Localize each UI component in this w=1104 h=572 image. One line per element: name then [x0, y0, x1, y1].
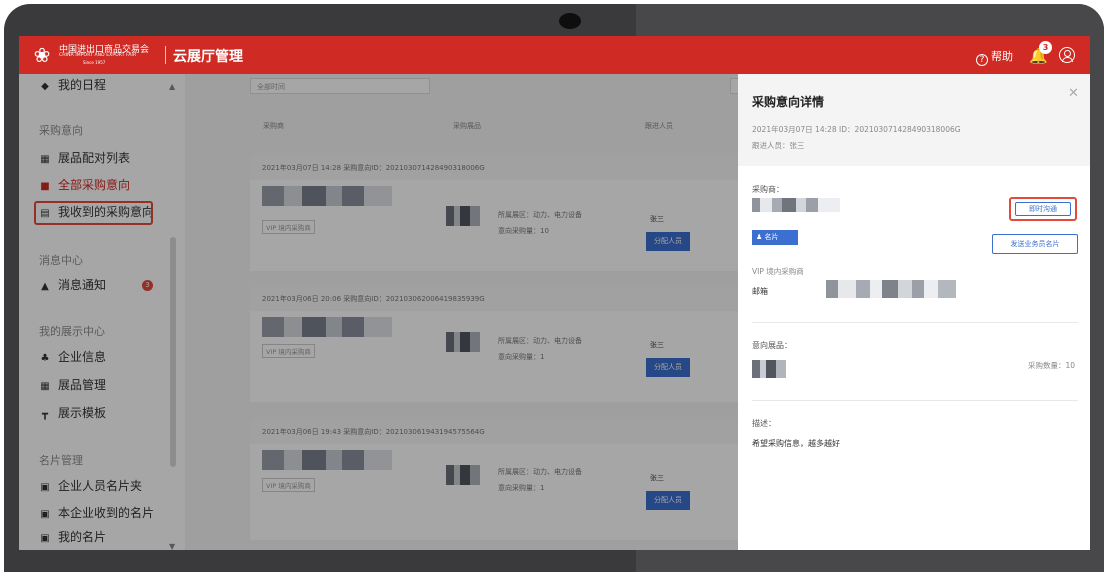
drawer-meta: 2021年03月07日 14:28 ID：2021030714284903180… — [752, 125, 961, 134]
buyer-label: 采购商： — [752, 185, 784, 194]
drawer-header — [738, 74, 1090, 166]
buyer-name-blurred — [752, 198, 840, 212]
instant-chat-button[interactable]: 即时沟通 — [1015, 202, 1071, 216]
camera-dot — [559, 13, 581, 29]
drawer-title: 采购意向详情 — [752, 95, 825, 109]
intent-detail-drawer: 采购意向详情 ✕ 2021年03月07日 14:28 ID：2021030714… — [738, 74, 1090, 550]
help-button[interactable]: ? 帮助 — [976, 48, 1013, 66]
email-label: 邮箱 — [752, 287, 768, 296]
person-icon: ♟ — [756, 233, 765, 241]
business-card-tag[interactable]: ♟ 名片 — [752, 230, 798, 245]
logo-english-text: CHINA IMPORT AND EXPORT FAIR — [59, 53, 137, 58]
section-divider — [752, 400, 1078, 401]
user-account-icon[interactable] — [1059, 47, 1075, 63]
notification-count-badge: 3 — [1039, 41, 1052, 54]
buyer-type: VIP 境内采购商 — [752, 267, 804, 276]
product-label: 意向展品： — [752, 341, 792, 350]
description-label: 描述： — [752, 419, 776, 428]
top-header: ❀ 中国进出口商品交易会 CHINA IMPORT AND EXPORT FAI… — [19, 36, 1090, 74]
help-label: 帮助 — [991, 50, 1013, 63]
logo-since-text: Since 1957 — [83, 60, 106, 65]
header-divider — [165, 46, 166, 64]
app-title: 云展厅管理 — [173, 49, 243, 65]
help-circle-icon: ? — [976, 54, 988, 66]
email-value-blurred — [826, 280, 956, 298]
close-icon[interactable]: ✕ — [1068, 86, 1079, 101]
highlight-box-chat: 即时沟通 — [1009, 197, 1077, 221]
canton-fair-logo-icon: ❀ — [33, 43, 51, 67]
send-staff-card-button[interactable]: 发送业务员名片 — [992, 234, 1078, 254]
laptop-device: ❀ 中国进出口商品交易会 CHINA IMPORT AND EXPORT FAI… — [0, 0, 1104, 572]
app-screen: ❀ 中国进出口商品交易会 CHINA IMPORT AND EXPORT FAI… — [19, 36, 1090, 550]
purchase-quantity: 采购数量：10 — [1028, 361, 1076, 370]
description-text: 希望采购信息，越多越好 — [752, 439, 840, 448]
drawer-follower: 跟进人员：张三 — [752, 141, 805, 150]
product-image-blurred — [752, 360, 786, 378]
section-divider — [752, 322, 1078, 323]
